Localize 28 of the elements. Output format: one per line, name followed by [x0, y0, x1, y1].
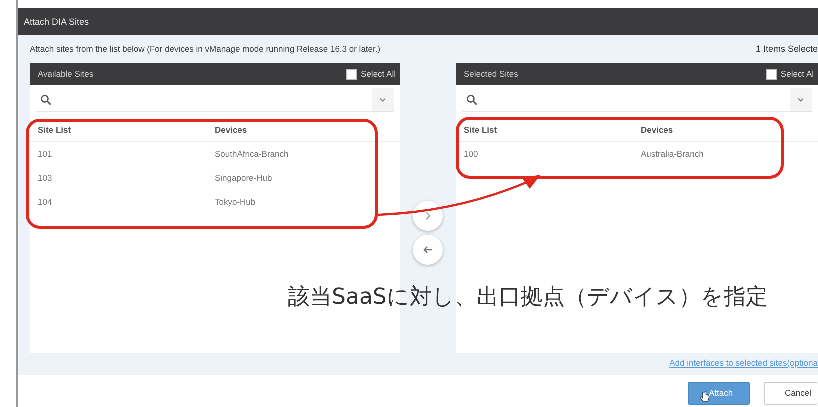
- column-header: Site List: [464, 124, 498, 134]
- column-header: Devices: [641, 124, 674, 134]
- table-row[interactable]: 100 Australia-Branch: [456, 142, 818, 166]
- dropdown-button[interactable]: [790, 88, 812, 111]
- instruction-text: Attach sites from the list below (For devices in vManage mode running Release 16.3 or later.): [30, 44, 381, 54]
- window-title: Attach DIA Sites: [24, 16, 90, 26]
- panel-title: Selected Sites: [464, 69, 518, 79]
- dropdown-button[interactable]: [372, 88, 394, 111]
- select-all-checkbox[interactable]: Select Al: [766, 68, 818, 80]
- column-header: Devices: [215, 124, 248, 134]
- panel-title: Available Sites: [38, 69, 94, 79]
- add-interfaces-link[interactable]: Add interfaces to selected sites(optiona: [670, 358, 818, 368]
- arrow-left-icon: [422, 244, 434, 256]
- search-icon: [466, 94, 478, 106]
- search-field[interactable]: [36, 88, 394, 112]
- selection-count: 1 Items Selecte: [756, 44, 818, 54]
- search-field[interactable]: [462, 88, 812, 112]
- cancel-button[interactable]: Cancel: [764, 382, 818, 404]
- annotation-caption: 該当SaaSに対し、出口拠点（デバイス）を指定: [288, 284, 768, 312]
- table-row[interactable]: 101 SouthAfrica-Branch: [30, 142, 400, 166]
- hand-cursor-icon: [699, 390, 711, 402]
- attach-button[interactable]: Attach: [688, 382, 750, 404]
- search-icon: [40, 94, 52, 106]
- table-row[interactable]: 104 Tokyo-Hub: [30, 190, 400, 214]
- move-button[interactable]: [413, 201, 443, 231]
- table-row[interactable]: 103 Singapore-Hub: [30, 166, 400, 190]
- column-header: Site List: [38, 124, 72, 134]
- select-all-checkbox[interactable]: Select All: [346, 68, 400, 80]
